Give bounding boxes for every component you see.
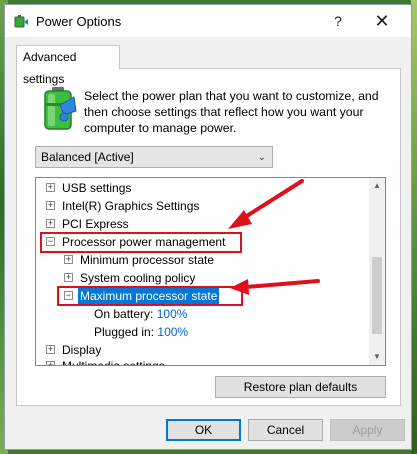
tab-advanced-settings[interactable]: Advanced settings (16, 45, 120, 86)
arrow-to-maximum-processor-state (230, 279, 320, 295)
arrow-to-processor-power-management (228, 179, 304, 229)
